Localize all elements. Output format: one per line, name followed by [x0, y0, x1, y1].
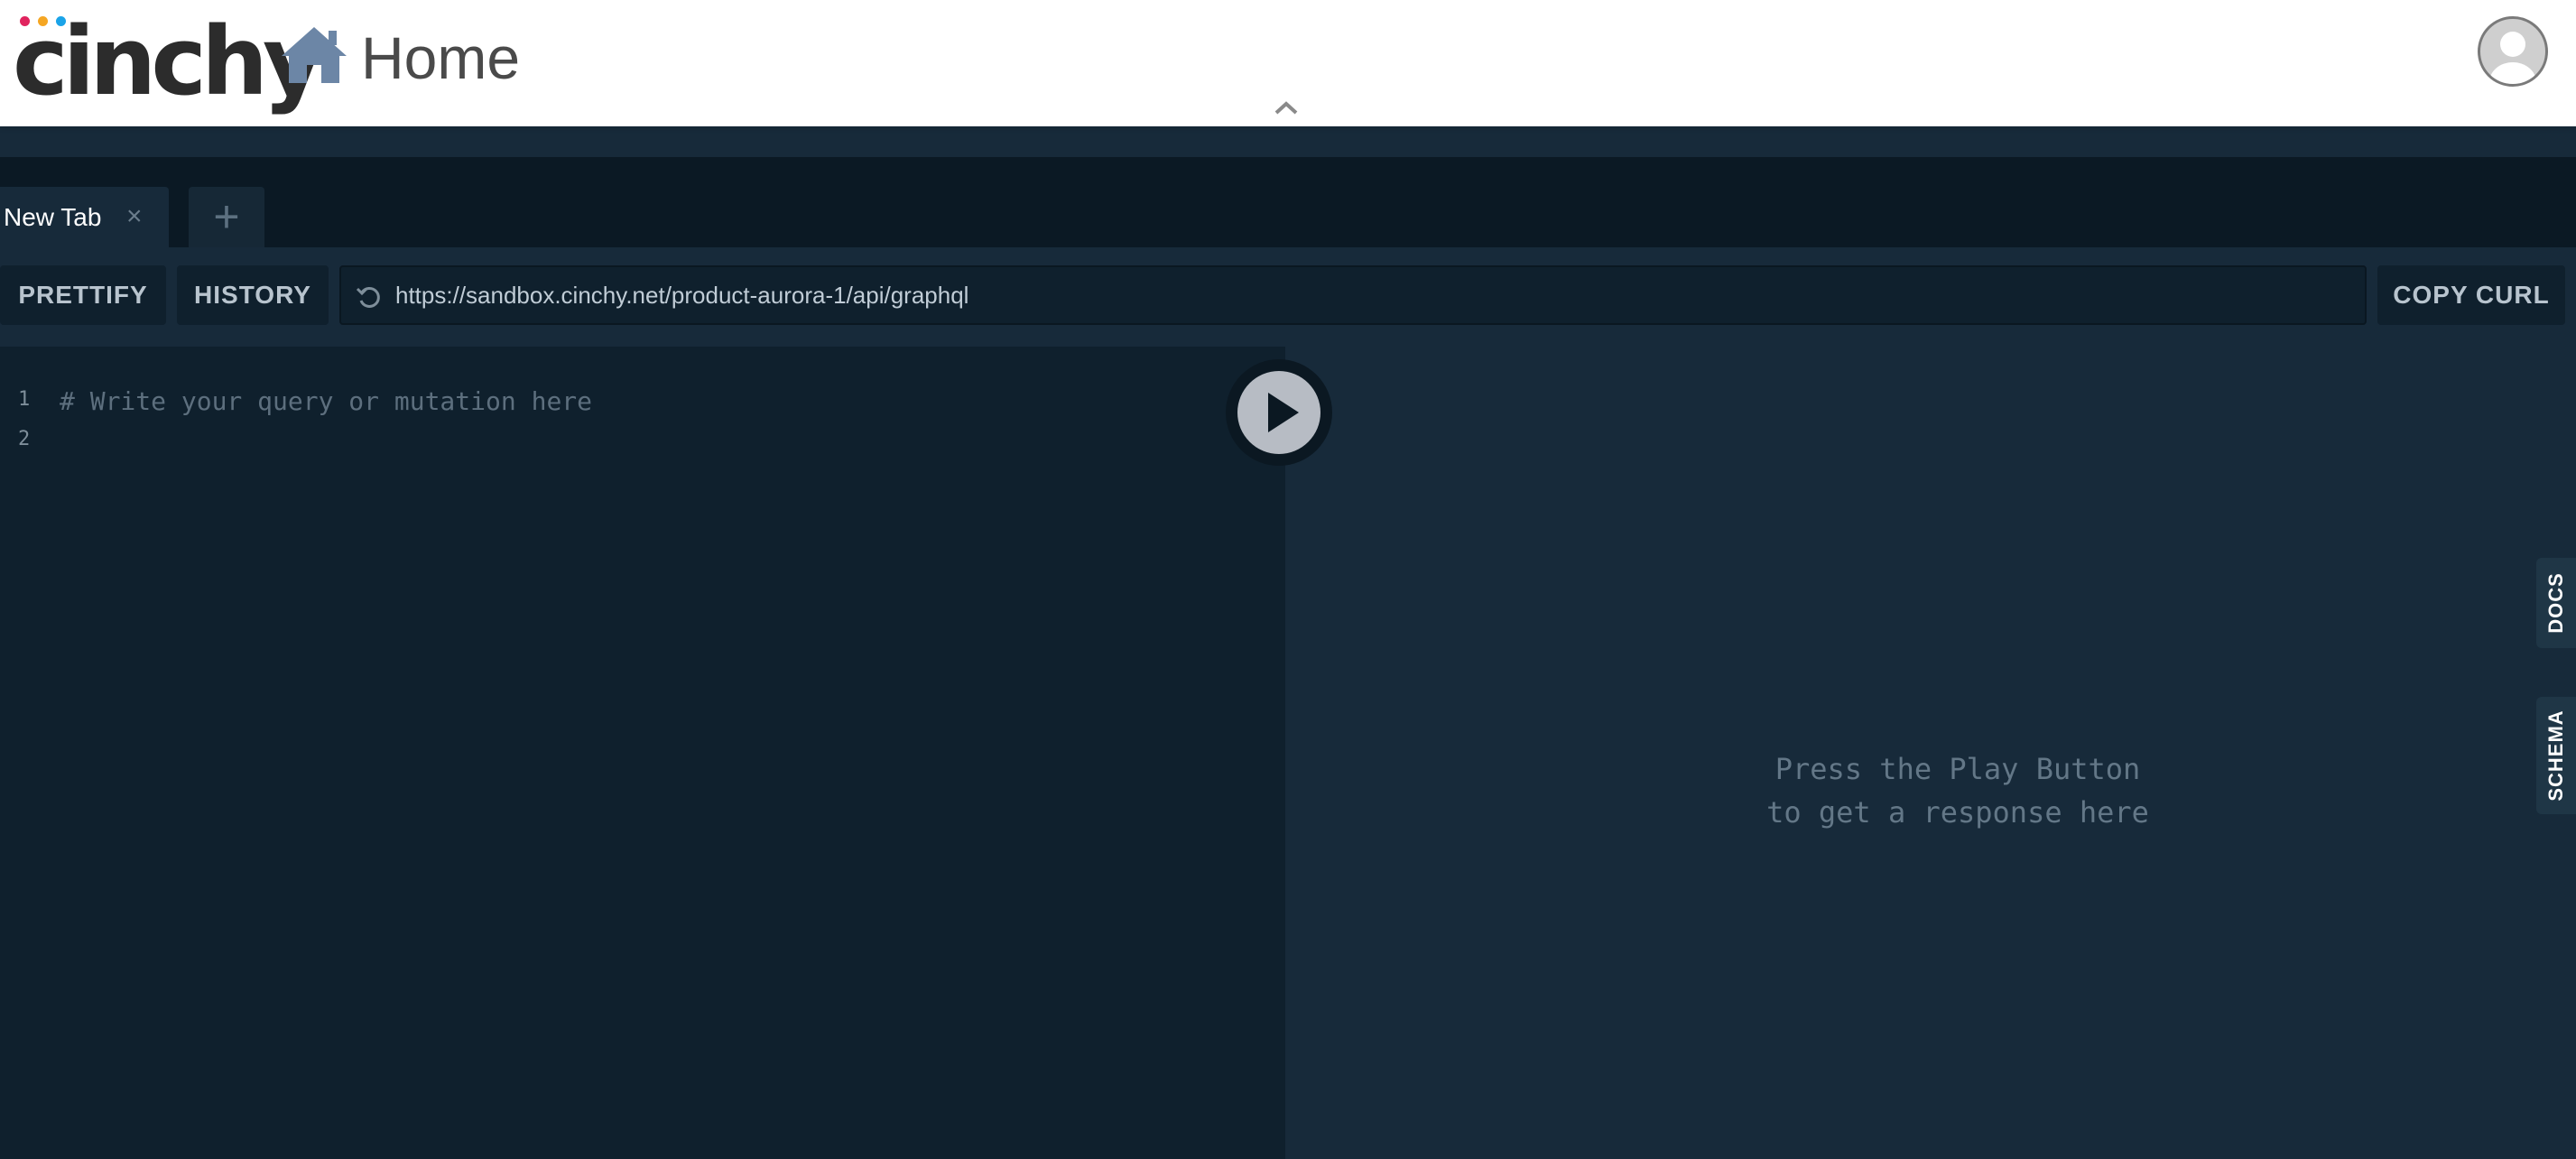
- result-hint: Press the Play Button to get a response …: [1732, 747, 2183, 834]
- line-number: 1: [18, 388, 31, 411]
- add-tab-button[interactable]: +: [189, 187, 264, 247]
- home-icon: [282, 27, 347, 83]
- endpoint-url-input[interactable]: https://sandbox.cinchy.net/product-auror…: [339, 265, 2367, 325]
- docs-tab[interactable]: DOCS: [2536, 558, 2576, 648]
- user-avatar[interactable]: [2478, 16, 2548, 87]
- tab-label: New Tab: [4, 203, 102, 231]
- endpoint-url-text: https://sandbox.cinchy.net/product-auror…: [395, 282, 969, 309]
- result-hint-line1: Press the Play Button: [1774, 752, 2141, 786]
- line-number: 2: [18, 428, 31, 450]
- query-editor[interactable]: 1 2 # Write your query or mutation here: [0, 347, 1285, 1159]
- schema-tab-label: SCHEMA: [2544, 709, 2567, 802]
- toolbar: PRETTIFY HISTORY https://sandbox.cinchy.…: [0, 247, 2576, 347]
- user-icon: [2489, 32, 2536, 84]
- logo-text: cinchy: [13, 6, 324, 116]
- plus-icon: +: [213, 191, 240, 242]
- play-icon: [1268, 393, 1299, 432]
- result-hint-line2: to get a response here: [1766, 795, 2149, 830]
- play-button-face: [1237, 371, 1320, 454]
- tab-new-tab[interactable]: New Tab ×: [0, 187, 169, 247]
- close-icon[interactable]: ×: [126, 201, 143, 232]
- app-header: cinchy Home: [0, 0, 2576, 126]
- execute-query-button[interactable]: [1226, 359, 1332, 466]
- copy-curl-button[interactable]: COPY CURL: [2377, 265, 2565, 325]
- reload-icon[interactable]: [354, 282, 385, 312]
- prettify-button[interactable]: PRETTIFY: [0, 265, 166, 325]
- chevron-up-icon[interactable]: [1274, 99, 1299, 116]
- page-title: Home: [361, 24, 521, 91]
- schema-tab[interactable]: SCHEMA: [2536, 697, 2576, 814]
- query-tabs-bar: [0, 157, 2576, 247]
- code-line[interactable]: # Write your query or mutation here: [60, 386, 592, 416]
- docs-tab-label: DOCS: [2544, 572, 2567, 634]
- history-button[interactable]: HISTORY: [177, 265, 329, 325]
- result-pane: Press the Play Button to get a response …: [1285, 347, 2576, 1159]
